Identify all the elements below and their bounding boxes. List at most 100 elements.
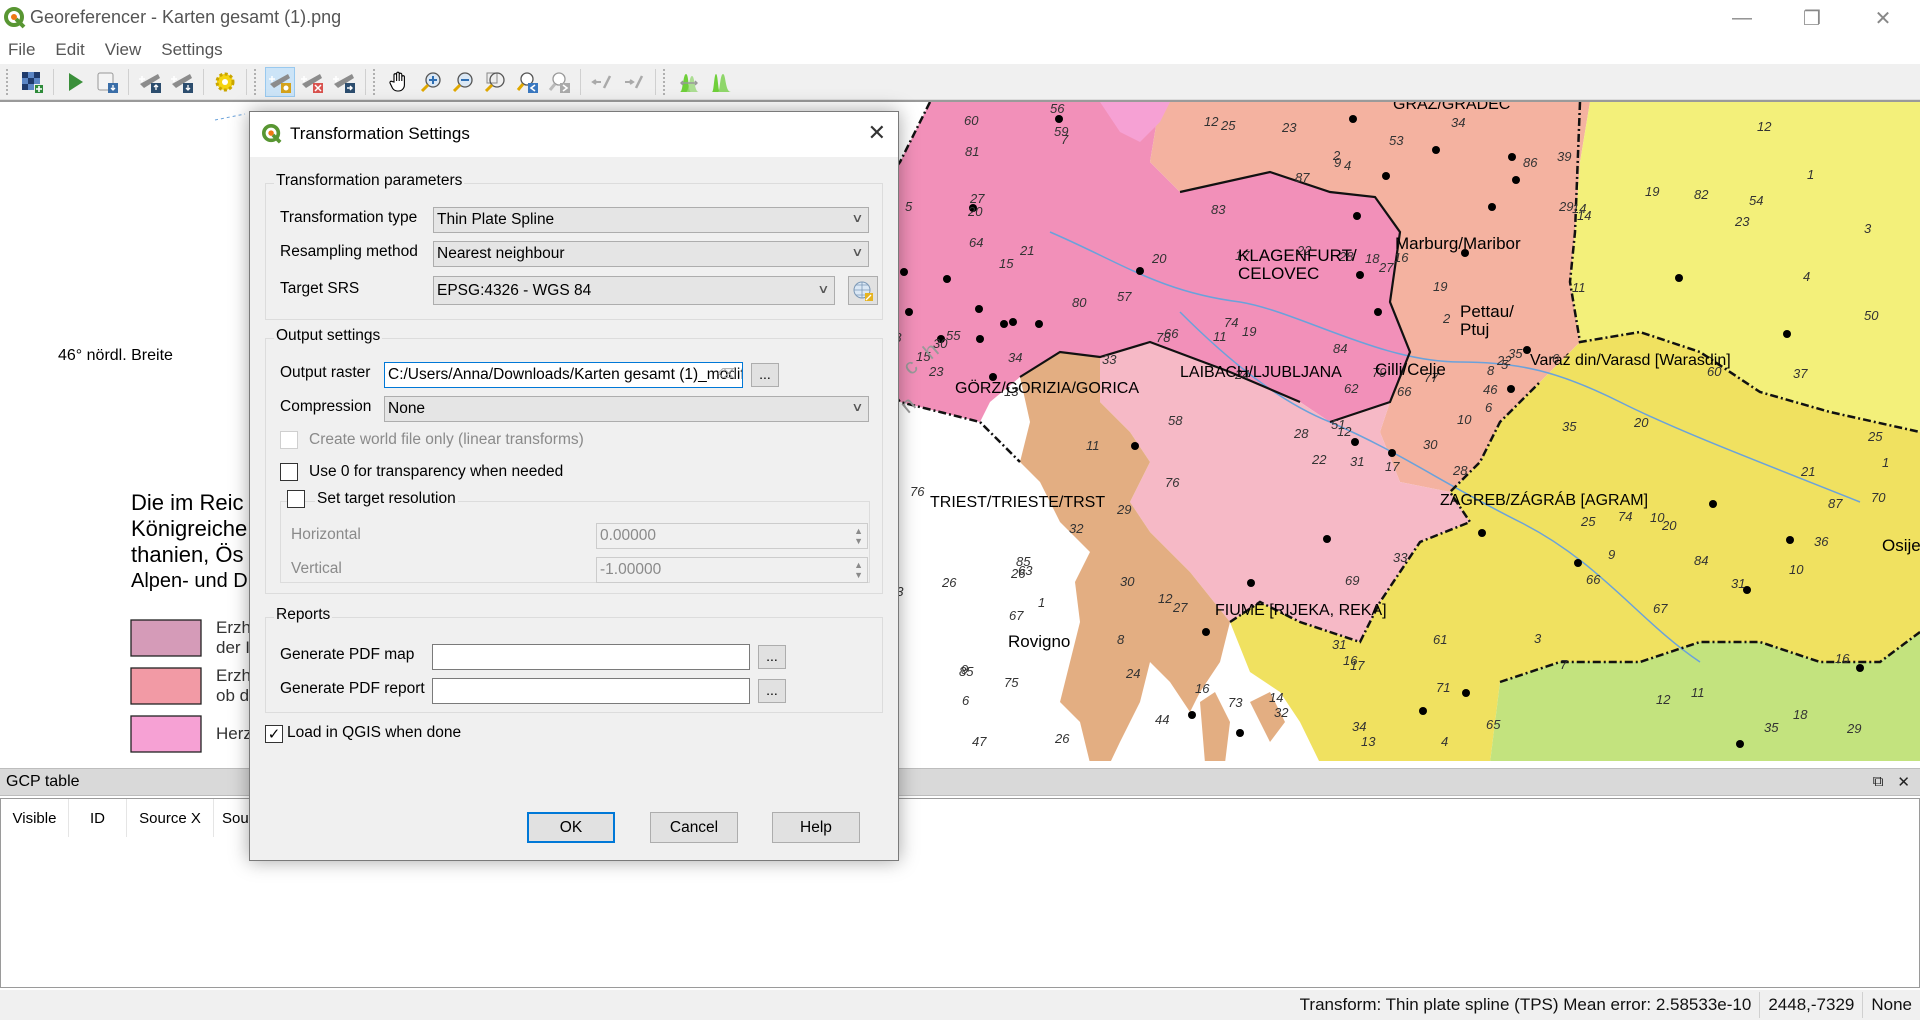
district-number: 11 (1086, 438, 1100, 453)
pdf-report-input[interactable] (432, 678, 750, 704)
column-header-source-x[interactable]: Source X (127, 799, 214, 837)
toolbar-grip[interactable] (373, 68, 379, 95)
target-srs-select[interactable]: EPSG:4326 - WGS 84 ∨ (433, 276, 835, 305)
district-number: 6 (962, 693, 970, 708)
browse-pdf-map-button[interactable]: ... (758, 645, 786, 669)
resampling-method-select[interactable]: Nearest neighbour ∨ (433, 241, 869, 267)
column-header-visible[interactable]: Visible (1, 799, 69, 837)
save-gcp-points-button[interactable] (167, 67, 197, 97)
full-histogram-stretch-button[interactable] (674, 67, 704, 97)
help-button[interactable]: Help (772, 812, 860, 843)
district-number: 23 (928, 364, 944, 379)
menu-view[interactable]: View (103, 38, 144, 62)
district-number: 25 (1580, 514, 1596, 529)
dock-float-icon[interactable]: ⧉ (1873, 773, 1884, 791)
transformation-type-select[interactable]: Thin Plate Spline ∨ (433, 207, 869, 233)
district-number: 7 (1560, 657, 1568, 672)
dialog-close-button[interactable]: ✕ (868, 120, 886, 146)
ok-button[interactable]: OK (527, 812, 615, 843)
status-crs[interactable]: None (1862, 992, 1920, 1018)
zoom-next-button[interactable] (544, 67, 574, 97)
menu-edit[interactable]: Edit (53, 38, 86, 62)
link-qgis-to-georef-button[interactable] (619, 67, 649, 97)
output-raster-input[interactable]: C:/Users/Anna/Downloads/Karten gesamt (1… (384, 362, 743, 388)
column-header-id[interactable]: ID (69, 799, 127, 837)
start-georeferencing-button[interactable] (60, 67, 90, 97)
district-number: 11 (1691, 685, 1705, 700)
dock-close-icon[interactable]: ✕ (1897, 773, 1910, 791)
spin-arrows-icon[interactable]: ▲ ▼ (854, 560, 863, 580)
script-icon (97, 72, 118, 93)
restore-button[interactable]: ❐ (1777, 0, 1847, 36)
generate-pdf-report-label: Generate PDF report (280, 680, 425, 697)
pdf-map-input[interactable] (432, 644, 750, 670)
toolbar-grip[interactable] (663, 68, 669, 95)
zoom-to-layer-button[interactable] (480, 67, 510, 97)
world-file-only-checkbox[interactable] (280, 431, 298, 449)
district-number: 10 (1789, 562, 1804, 577)
district-number: 31 (1350, 454, 1364, 469)
toolbar-grip[interactable] (6, 68, 12, 95)
gear-icon (215, 72, 235, 91)
load-gcp-points-button[interactable] (135, 67, 165, 97)
district-number: 12 (1204, 114, 1219, 129)
add-point-icon (269, 73, 291, 93)
menu-file[interactable]: File (6, 38, 37, 62)
map-legend-title: thanien, Ös (131, 542, 244, 567)
generate-gdal-script-button[interactable] (92, 67, 122, 97)
city-dot (1000, 320, 1008, 328)
close-window-button[interactable]: ✕ (1848, 0, 1918, 36)
zoom-out-button[interactable] (448, 67, 478, 97)
toolbar-grip[interactable] (254, 68, 260, 95)
vertical-resolution-spinbox[interactable]: -1.00000 ▲ ▼ (596, 557, 868, 583)
cancel-button[interactable]: Cancel (650, 812, 738, 843)
district-number: 10 (1650, 510, 1665, 525)
status-transform: Transform: Thin plate spline (TPS) Mean … (1299, 995, 1752, 1014)
district-number: 20 (967, 204, 983, 219)
zoom-in-button[interactable] (416, 67, 446, 97)
spin-arrows-icon[interactable]: ▲ ▼ (854, 526, 863, 546)
open-raster-button[interactable] (17, 67, 47, 97)
clear-input-icon[interactable]: ⌫ (718, 366, 736, 382)
district-number: 34 (1352, 719, 1366, 734)
compression-select[interactable]: None ∨ (384, 396, 869, 422)
district-number: 4 (1441, 734, 1448, 749)
dialog-title: Transformation Settings (290, 124, 470, 143)
menu-settings[interactable]: Settings (159, 38, 224, 62)
district-number: 56 (1050, 102, 1065, 116)
transparency-checkbox[interactable] (280, 463, 298, 481)
minimize-button[interactable]: — (1707, 0, 1777, 36)
city-dot (1675, 274, 1683, 282)
move-gcp-point-button[interactable] (329, 67, 359, 97)
district-number: 70 (1871, 490, 1886, 505)
link-georef-to-qgis-button[interactable] (587, 67, 617, 97)
district-number: 62 (1344, 381, 1359, 396)
horizontal-resolution-spinbox[interactable]: 0.00000 ▲ ▼ (596, 523, 868, 549)
restore-icon: ❐ (1803, 7, 1821, 30)
map-legend-item: Erzh (216, 666, 251, 685)
select-crs-button[interactable] (848, 276, 878, 305)
browse-pdf-report-button[interactable]: ... (758, 679, 786, 703)
add-point-button[interactable] (265, 66, 295, 97)
district-number: 76 (1165, 475, 1180, 490)
pan-button[interactable] (384, 67, 414, 97)
open-raster-icon (22, 71, 43, 93)
district-number: 86 (1523, 155, 1538, 170)
checkmark-icon: ✓ (267, 726, 281, 743)
district-number: 33 (1102, 352, 1117, 367)
target-resolution-checkbox[interactable] (287, 490, 305, 508)
transformation-settings-button[interactable] (210, 67, 240, 97)
globe-crs-icon (853, 281, 873, 301)
browse-output-raster-button[interactable]: ... (751, 363, 779, 387)
output-raster-value: C:/Users/Anna/Downloads/Karten gesamt (1… (388, 366, 743, 383)
target-srs-value: EPSG:4326 - WGS 84 (437, 281, 592, 299)
district-number: 27 (1378, 260, 1394, 275)
city-dot (1574, 559, 1582, 567)
district-number: 30 (1120, 574, 1135, 589)
local-histogram-stretch-button[interactable] (706, 67, 736, 97)
delete-point-button[interactable] (297, 67, 327, 97)
dialog-titlebar: Transformation Settings ✕ (250, 112, 898, 157)
load-in-qgis-checkbox[interactable]: ✓ (265, 725, 283, 743)
district-number: 87 (1295, 170, 1310, 185)
zoom-last-button[interactable] (512, 67, 542, 97)
